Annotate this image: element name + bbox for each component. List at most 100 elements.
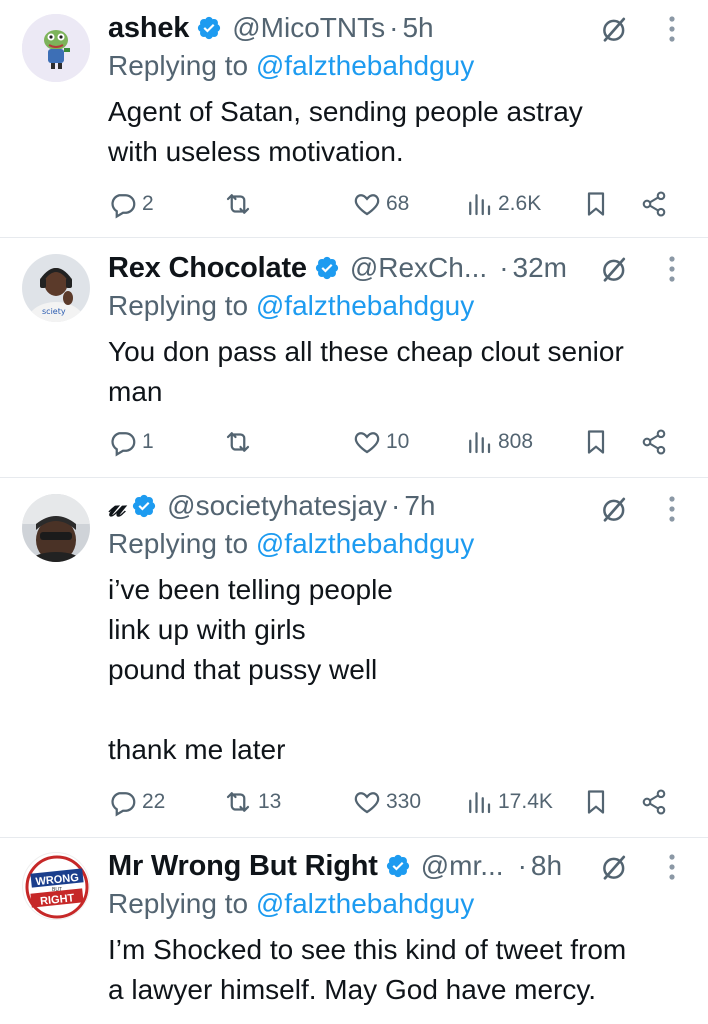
replying-to-mention[interactable]: @falzthebahdguy [256, 528, 474, 559]
share-button[interactable] [640, 782, 668, 822]
bookmark-icon [587, 790, 605, 814]
like-button[interactable]: 10 [352, 422, 409, 462]
replying-to: Replying to @falzthebahdguy [108, 50, 474, 82]
timestamp[interactable]: 5h [402, 12, 433, 44]
view-count: 17.4K [498, 790, 553, 813]
verified-badge-icon[interactable] [131, 493, 157, 519]
views-chart-icon [469, 194, 491, 216]
avatar[interactable]: sciety [22, 254, 90, 322]
share-icon [642, 789, 666, 815]
bookmark-icon [587, 192, 605, 216]
like-count: 330 [386, 790, 422, 813]
replying-to-label: Replying to [108, 290, 256, 321]
action-bar: 1 10 808 [108, 422, 678, 462]
display-name[interactable]: Mr Wrong But Right [108, 850, 378, 883]
reply-count: 1 [142, 430, 154, 453]
more-options-icon[interactable] [662, 852, 682, 882]
replying-to: Replying to @falzthebahdguy [108, 528, 474, 560]
user-handle[interactable]: @RexCh... [350, 252, 487, 284]
verified-badge-icon[interactable] [196, 15, 222, 41]
user-handle[interactable]: @MicoTNTs [232, 12, 385, 44]
views-chart-icon [469, 792, 491, 814]
tweet-text: Agent of Satan, sending people astray wi… [108, 96, 583, 167]
more-options-icon[interactable] [662, 254, 682, 284]
like-count: 10 [386, 430, 410, 453]
display-name[interactable]: 𝓊 [108, 489, 124, 524]
avatar[interactable] [22, 14, 90, 82]
display-name[interactable]: Rex Chocolate [108, 252, 307, 285]
reply-button[interactable]: 22 [108, 782, 165, 822]
tweet[interactable]: WRONG BUT RIGHT Mr Wrong But Right @mr..… [0, 838, 708, 1024]
tweet[interactable]: ashek @MicoTNTs · 5h Replying to @falzth… [0, 0, 708, 238]
retweet-button[interactable] [222, 422, 258, 462]
reply-icon [111, 194, 136, 219]
separator-dot: · [391, 490, 401, 521]
bookmark-icon [587, 430, 605, 454]
avatar[interactable]: WRONG BUT RIGHT [22, 852, 90, 920]
grok-icon[interactable] [600, 494, 630, 524]
reply-button[interactable]: 2 [108, 184, 154, 224]
display-name[interactable]: ashek [108, 12, 189, 45]
reply-count: 2 [142, 192, 154, 215]
like-count: 68 [386, 192, 410, 215]
avatar[interactable] [22, 494, 90, 562]
share-icon [642, 191, 666, 217]
views-button[interactable]: 17.4K [464, 782, 553, 822]
tweet-text: You don pass all these cheap clout senio… [108, 336, 624, 407]
view-count: 808 [498, 430, 534, 453]
pepe-frog-avatar-image [22, 14, 90, 82]
heart-icon [354, 194, 380, 216]
heart-icon [354, 792, 380, 814]
retweet-button[interactable]: 13 [222, 782, 281, 822]
replying-to-mention[interactable]: @falzthebahdguy [256, 888, 474, 919]
replying-to: Replying to @falzthebahdguy [108, 888, 474, 920]
tweet[interactable]: sciety Rex Chocolate @RexCh... · 32m Rep… [0, 238, 708, 478]
wrong-but-right-logo: WRONG BUT RIGHT [24, 854, 89, 919]
retweet-button[interactable] [222, 184, 258, 224]
views-button[interactable]: 808 [464, 422, 533, 462]
user-handle[interactable]: @mr... [421, 850, 504, 882]
timestamp[interactable]: 32m [513, 252, 567, 284]
svg-text:sciety: sciety [42, 307, 66, 316]
like-button[interactable]: 330 [352, 782, 421, 822]
share-button[interactable] [640, 422, 668, 462]
retweet-icon [226, 432, 250, 452]
reply-icon [111, 792, 136, 817]
selfie-avatar-image [22, 494, 90, 562]
timestamp[interactable]: 7h [404, 490, 435, 522]
replying-to-mention[interactable]: @falzthebahdguy [256, 50, 474, 81]
verified-badge-icon[interactable] [385, 853, 411, 879]
reply-icon [111, 432, 136, 457]
timestamp[interactable]: 8h [531, 850, 562, 882]
tweet-text: I’m Shocked to see this kind of tweet fr… [108, 934, 627, 1005]
share-button[interactable] [640, 184, 668, 224]
separator-dot: · [389, 12, 399, 43]
user-handle[interactable]: @societyhatesjay [167, 490, 387, 522]
retweet-count: 13 [258, 790, 282, 813]
reply-button[interactable]: 1 [108, 422, 154, 462]
tweet-text: i’ve been telling people link up with gi… [108, 574, 393, 765]
bookmark-button[interactable] [582, 422, 610, 462]
bookmark-button[interactable] [582, 184, 610, 224]
retweet-icon [226, 792, 250, 812]
heart-icon [354, 432, 380, 454]
retweet-icon [226, 194, 250, 214]
grok-icon[interactable] [600, 254, 630, 284]
man-with-headphones-avatar-image: sciety [22, 254, 90, 322]
replying-to-label: Replying to [108, 528, 256, 559]
separator-dot: · [517, 850, 527, 881]
like-button[interactable]: 68 [352, 184, 409, 224]
views-button[interactable]: 2.6K [464, 184, 541, 224]
verified-badge-icon[interactable] [314, 255, 340, 281]
tweet[interactable]: 𝓊 @societyhatesjay · 7h Replying to @fal… [0, 478, 708, 838]
replying-to-label: Replying to [108, 50, 256, 81]
grok-icon[interactable] [600, 14, 630, 44]
views-chart-icon [469, 432, 491, 454]
grok-icon[interactable] [600, 852, 630, 882]
replying-to-mention[interactable]: @falzthebahdguy [256, 290, 474, 321]
reply-count: 22 [142, 790, 166, 813]
more-options-icon[interactable] [662, 14, 682, 44]
bookmark-button[interactable] [582, 782, 610, 822]
more-options-icon[interactable] [662, 494, 682, 524]
action-bar: 22 13 330 17.4K [108, 782, 678, 822]
